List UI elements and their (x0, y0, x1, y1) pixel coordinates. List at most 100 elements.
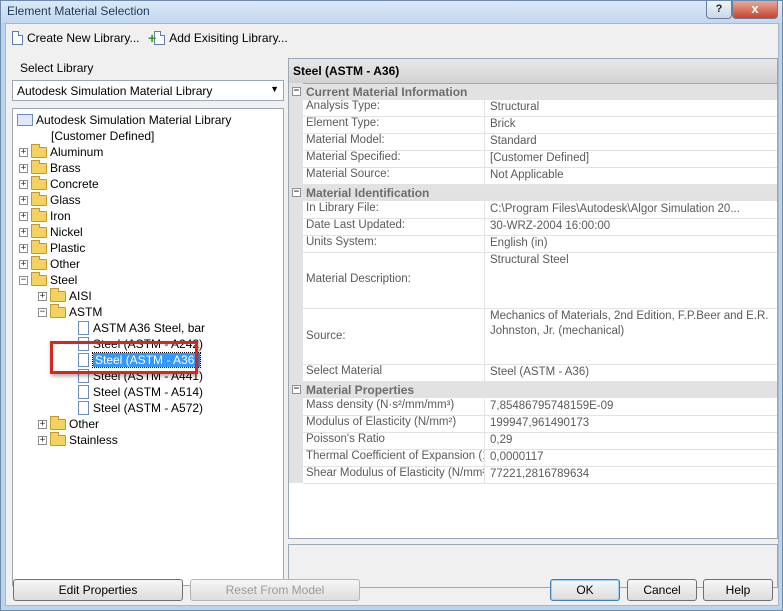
folder-icon (50, 303, 66, 318)
tree-label: Plastic (50, 241, 86, 255)
collapse-icon[interactable]: − (292, 188, 301, 197)
category-current-info[interactable]: − Current Material Information (289, 84, 777, 100)
tree-node-steel[interactable]: − Steel (19, 271, 77, 288)
tree-node-astm[interactable]: − ASTM (38, 303, 103, 320)
expand-icon[interactable]: + (38, 419, 47, 429)
tree-label: Steel (ASTM - A242) (93, 337, 204, 351)
tree-label: Autodesk Simulation Material Library (36, 113, 232, 127)
tree-node-material[interactable]: Steel (ASTM - A242) (78, 336, 203, 352)
row-key: Modulus of Elasticity (N/mm²) (303, 416, 485, 432)
tree-node-customer[interactable]: [Customer Defined] (51, 128, 154, 144)
grid-row-thermal[interactable]: Thermal Coefficient of Expansion (1/°C) 0… (303, 450, 777, 467)
category-label: Material Identification (306, 186, 430, 200)
row-value: Steel (ASTM - A36) (490, 366, 590, 378)
help-button[interactable]: Help (703, 579, 773, 601)
expand-icon[interactable]: + (19, 211, 28, 221)
category-material-identification[interactable]: − Material Identification (289, 185, 777, 201)
grid-row-select-material[interactable]: Select Material Steel (ASTM - A36) (303, 365, 777, 382)
row-value: 7,85486795748159E-09 (490, 400, 614, 412)
expand-icon[interactable]: + (19, 227, 28, 237)
grid-row-analysis-type[interactable]: Analysis Type: Structural (303, 100, 777, 117)
library-select[interactable]: Autodesk Simulation Material Library ▼ (12, 80, 284, 101)
tree-node-material[interactable]: Steel (ASTM - A572) (78, 400, 203, 416)
category-material-properties[interactable]: − Material Properties (289, 382, 777, 398)
expand-icon[interactable]: + (38, 435, 47, 445)
row-value: 77221,2816789634 (490, 468, 590, 480)
expand-icon[interactable]: + (19, 259, 28, 269)
row-key: Material Description: (303, 253, 485, 308)
tree-node-aisi[interactable]: + AISI (38, 287, 92, 304)
grid-row-source[interactable]: Source: Mechanics of Materials, 2nd Editi… (303, 309, 777, 365)
grid-row-modulus[interactable]: Modulus of Elasticity (N/mm²) 199947,9614… (303, 416, 777, 433)
grid-row-description[interactable]: Material Description: Structural Steel (303, 253, 777, 309)
close-button[interactable]: x (732, 1, 778, 19)
cancel-button[interactable]: Cancel (627, 579, 697, 601)
row-key: Date Last Updated: (303, 219, 485, 235)
row-value: Standard (490, 135, 537, 147)
row-value: C:\Program Files\Autodesk\Algor Simulati… (490, 203, 740, 215)
collapse-icon[interactable]: − (38, 307, 47, 317)
edit-properties-button[interactable]: Edit Properties (13, 579, 183, 601)
ok-button[interactable]: OK (550, 579, 620, 601)
row-key: Units System: (303, 236, 485, 252)
tree-node-steel-other[interactable]: + Other (38, 415, 99, 432)
material-icon (78, 321, 89, 335)
folder-icon (31, 255, 47, 270)
tree-node-material[interactable]: Steel (ASTM - A514) (78, 384, 203, 400)
grid-row-material-source[interactable]: Material Source: Not Applicable (303, 168, 777, 185)
row-value: Structural (490, 101, 540, 113)
grid-row-element-type[interactable]: Element Type: Brick (303, 117, 777, 134)
grid-row-date-updated[interactable]: Date Last Updated: 30-WRZ-2004 16:00:00 (303, 219, 777, 236)
folder-icon (31, 223, 47, 238)
tree-label: ASTM (69, 305, 103, 319)
expand-icon[interactable]: + (19, 195, 28, 205)
tree-node-material[interactable]: Steel (ASTM - A441) (78, 368, 203, 384)
row-value: 0,29 (490, 434, 513, 446)
grid-row-poisson[interactable]: Poisson's Ratio 0,29 (303, 433, 777, 450)
reset-from-model-button[interactable]: Reset From Model (190, 579, 360, 601)
expand-icon[interactable]: + (38, 291, 47, 301)
material-tree[interactable]: Autodesk Simulation Material Library [Cu… (12, 108, 284, 586)
tree-node-material-selected[interactable]: Steel (ASTM - A36) (78, 352, 202, 368)
collapse-icon[interactable]: − (292, 385, 301, 394)
tree-node-root[interactable]: Autodesk Simulation Material Library (17, 112, 231, 128)
expand-icon[interactable]: + (19, 179, 28, 189)
row-key: Poisson's Ratio (303, 433, 485, 449)
row-value: Structural Steel (490, 254, 569, 266)
tree-node-iron[interactable]: + Iron (19, 207, 71, 224)
folder-icon (31, 271, 47, 286)
add-library-button[interactable]: + Add Exisiting Library... (148, 29, 288, 47)
expand-icon[interactable]: + (19, 163, 28, 173)
row-value: 199947,961490173 (490, 417, 590, 429)
tree-node-concrete[interactable]: + Concrete (19, 175, 99, 192)
category-label: Current Material Information (306, 85, 468, 99)
grid-row-mass-density[interactable]: Mass density (N·s²/mm/mm³) 7,854867957481… (303, 399, 777, 416)
tree-node-aluminum[interactable]: + Aluminum (19, 143, 103, 160)
tree-node-plastic[interactable]: + Plastic (19, 239, 86, 256)
dialog-window: Element Material Selection ? x Create Ne… (0, 0, 783, 611)
tree-node-brass[interactable]: + Brass (19, 159, 81, 176)
tree-node-other[interactable]: + Other (19, 255, 80, 272)
grid-row-library-file[interactable]: In Library File: C:\Program Files\Autodes… (303, 202, 777, 219)
row-key: Material Model: (303, 134, 485, 150)
tree-node-nickel[interactable]: + Nickel (19, 223, 83, 240)
expand-icon[interactable]: + (19, 147, 28, 157)
grid-row-material-model[interactable]: Material Model: Standard (303, 134, 777, 151)
folder-icon (50, 415, 66, 430)
help-title-button[interactable]: ? (706, 1, 732, 19)
folder-icon (31, 143, 47, 158)
grid-row-shear[interactable]: Shear Modulus of Elasticity (N/mm²) 77221… (303, 467, 777, 484)
collapse-icon[interactable]: − (19, 275, 28, 285)
expand-icon[interactable]: + (19, 243, 28, 253)
tree-node-stainless[interactable]: + Stainless (38, 431, 118, 448)
add-library-label: Add Exisiting Library... (169, 31, 288, 45)
collapse-icon[interactable]: − (292, 87, 301, 96)
grid-row-units[interactable]: Units System: English (in) (303, 236, 777, 253)
row-key: Element Type: (303, 117, 485, 133)
tree-node-material[interactable]: ASTM A36 Steel, bar (78, 320, 205, 336)
grid-gutter (289, 83, 303, 483)
grid-row-material-specified[interactable]: Material Specified: [Customer Defined] (303, 151, 777, 168)
dialog-client: Create New Library... + Add Exisiting Li… (5, 23, 779, 606)
tree-node-glass[interactable]: + Glass (19, 191, 81, 208)
create-library-button[interactable]: Create New Library... (12, 29, 139, 47)
